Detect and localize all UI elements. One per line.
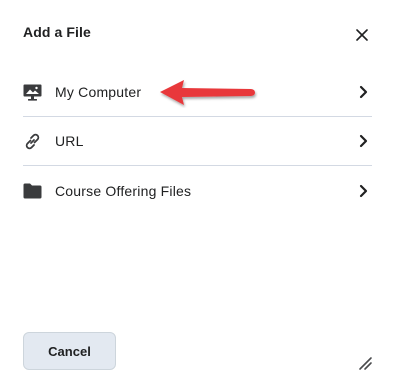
dialog-title: Add a File [23, 24, 91, 40]
monitor-icon [23, 83, 42, 102]
list-item-my-computer[interactable]: My Computer [23, 68, 372, 117]
list-item-label: URL [55, 133, 84, 149]
chevron-right-icon [357, 84, 369, 100]
resize-handle-icon[interactable] [357, 355, 373, 371]
folder-icon [23, 181, 42, 200]
close-button[interactable] [351, 24, 373, 46]
chevron-right-icon [357, 133, 369, 149]
list-item-label: My Computer [55, 84, 142, 100]
link-icon [23, 132, 42, 151]
file-source-list: My Computer URL Course Offering Files [23, 68, 372, 215]
add-file-dialog: Add a File My Computer URL Course Offeri… [0, 0, 396, 389]
list-item-course-offering-files[interactable]: Course Offering Files [23, 166, 372, 215]
list-item-url[interactable]: URL [23, 117, 372, 166]
list-item-label: Course Offering Files [55, 182, 192, 199]
chevron-right-icon [357, 183, 369, 199]
close-icon [356, 29, 368, 41]
cancel-button[interactable]: Cancel [23, 332, 116, 370]
